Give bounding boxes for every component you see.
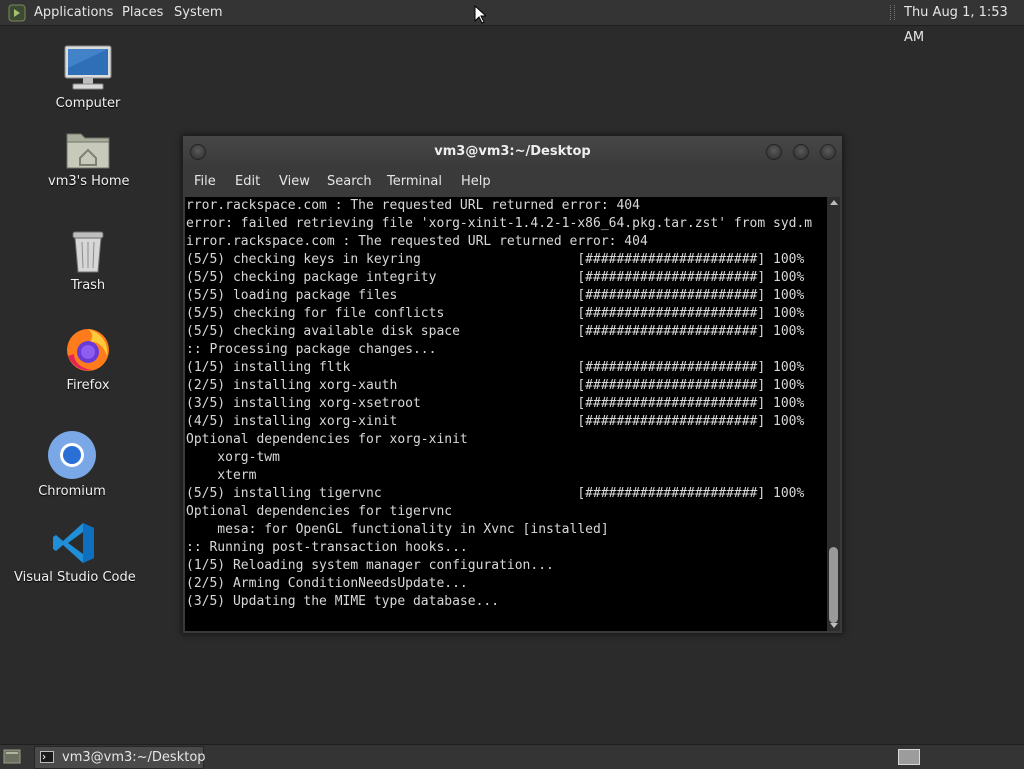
workspace-switcher[interactable] bbox=[898, 749, 920, 765]
desktop-icon-firefox[interactable]: Firefox bbox=[52, 326, 124, 393]
desktop-icon-label: Firefox bbox=[66, 378, 110, 393]
terminal-line: :: Running post-transaction hooks... bbox=[186, 540, 468, 555]
applications-menu[interactable]: Applications bbox=[34, 0, 113, 25]
terminal-line: xorg-twm bbox=[186, 450, 280, 465]
mouse-pointer-icon bbox=[474, 5, 486, 24]
desktop-icon-chromium[interactable]: Chromium bbox=[36, 430, 108, 499]
terminal-line: (5/5) checking available disk space [###… bbox=[186, 324, 805, 339]
scrollbar-thumb[interactable] bbox=[829, 547, 838, 623]
desktop-icon-vscode[interactable]: Visual Studio Code bbox=[14, 520, 136, 585]
taskbar-button-label: vm3@vm3:~/Desktop bbox=[62, 750, 206, 765]
desktop-icon-label: Visual Studio Code bbox=[14, 570, 136, 585]
minimize-button[interactable] bbox=[766, 144, 782, 160]
scroll-up-arrow-icon[interactable] bbox=[830, 200, 838, 205]
menu-view[interactable]: View bbox=[279, 168, 310, 196]
terminal-line: :: Processing package changes... bbox=[186, 342, 437, 357]
show-desktop-icon[interactable] bbox=[3, 748, 21, 765]
desktop-icon-label: Chromium bbox=[38, 484, 106, 499]
clock[interactable]: Thu Aug 1, 1:53 AM bbox=[904, 0, 1024, 45]
menu-help[interactable]: Help bbox=[461, 168, 491, 196]
terminal-icon bbox=[40, 751, 54, 763]
terminal-scrollbar[interactable] bbox=[827, 197, 840, 631]
places-menu[interactable]: Places bbox=[122, 0, 163, 25]
close-button[interactable] bbox=[820, 144, 836, 160]
window-titlebar[interactable]: vm3@vm3:~/Desktop bbox=[183, 136, 842, 168]
terminal-line: (2/5) Arming ConditionNeedsUpdate... bbox=[186, 576, 468, 591]
bottom-panel: vm3@vm3:~/Desktop bbox=[0, 744, 1024, 769]
terminal-window[interactable]: vm3@vm3:~/Desktop File Edit View Search … bbox=[182, 135, 843, 634]
terminal-line: (2/5) installing xorg-xauth [###########… bbox=[186, 378, 805, 393]
computer-icon bbox=[64, 45, 112, 90]
terminal-line: (1/5) installing fltk [#################… bbox=[186, 360, 805, 375]
firefox-icon bbox=[67, 329, 109, 371]
desktop-icon-label: Trash bbox=[70, 278, 106, 293]
terminal-line: (5/5) checking package integrity [######… bbox=[186, 270, 805, 285]
terminal-menubar: File Edit View Search Terminal Help bbox=[183, 168, 842, 196]
terminal-line: Optional dependencies for tigervnc bbox=[186, 504, 453, 519]
terminal-line: (3/5) installing xorg-xsetroot [########… bbox=[186, 396, 805, 411]
terminal-line: irror.rackspace.com : The requested URL … bbox=[186, 234, 648, 249]
terminal-line: mesa: for OpenGL functionality in Xvnc [… bbox=[186, 522, 609, 537]
system-menu[interactable]: System bbox=[174, 0, 222, 25]
menu-edit[interactable]: Edit bbox=[235, 168, 260, 196]
terminal-line: (5/5) loading package files [###########… bbox=[186, 288, 805, 303]
taskbar-button-terminal[interactable]: vm3@vm3:~/Desktop bbox=[34, 746, 206, 769]
terminal-line: error: failed retrieving file 'xorg-xini… bbox=[186, 216, 813, 231]
maximize-button[interactable] bbox=[793, 144, 809, 160]
menu-terminal[interactable]: Terminal bbox=[387, 168, 442, 196]
panel-separator bbox=[890, 5, 895, 20]
vscode-icon bbox=[53, 523, 94, 563]
chromium-icon bbox=[48, 431, 96, 479]
trash-icon bbox=[72, 231, 104, 273]
terminal-line: Optional dependencies for xorg-xinit bbox=[186, 432, 468, 447]
terminal-line: (5/5) installing tigervnc [#############… bbox=[186, 486, 805, 501]
terminal-line: xterm bbox=[186, 468, 257, 483]
menu-file[interactable]: File bbox=[194, 168, 216, 196]
desktop-icon-label: vm3's Home bbox=[48, 174, 130, 189]
home-folder-icon bbox=[66, 133, 110, 169]
scroll-down-arrow-icon[interactable] bbox=[830, 623, 838, 628]
desktop-icon-computer[interactable]: Computer bbox=[52, 44, 124, 111]
terminal-line: (5/5) checking for file conflicts [#####… bbox=[186, 306, 805, 321]
terminal-output[interactable]: rror.rackspace.com : The requested URL r… bbox=[185, 197, 827, 631]
terminal-line: (4/5) installing xorg-xinit [###########… bbox=[186, 414, 805, 429]
desktop-icon-label: Computer bbox=[55, 96, 121, 111]
window-title: vm3@vm3:~/Desktop bbox=[434, 144, 591, 159]
desktop-icon-trash[interactable]: Trash bbox=[52, 228, 124, 293]
terminal-line: (1/5) Reloading system manager configura… bbox=[186, 558, 554, 573]
applications-logo-icon[interactable] bbox=[8, 4, 26, 22]
desktop-icon-home[interactable]: vm3's Home bbox=[48, 128, 130, 189]
menu-search[interactable]: Search bbox=[327, 168, 372, 196]
terminal-line: rror.rackspace.com : The requested URL r… bbox=[186, 198, 640, 213]
top-panel: Applications Places System Thu Aug 1, 1:… bbox=[0, 0, 1024, 45]
terminal-line: (3/5) Updating the MIME type database... bbox=[186, 594, 500, 609]
terminal-line: (5/5) checking keys in keyring [########… bbox=[186, 252, 805, 267]
